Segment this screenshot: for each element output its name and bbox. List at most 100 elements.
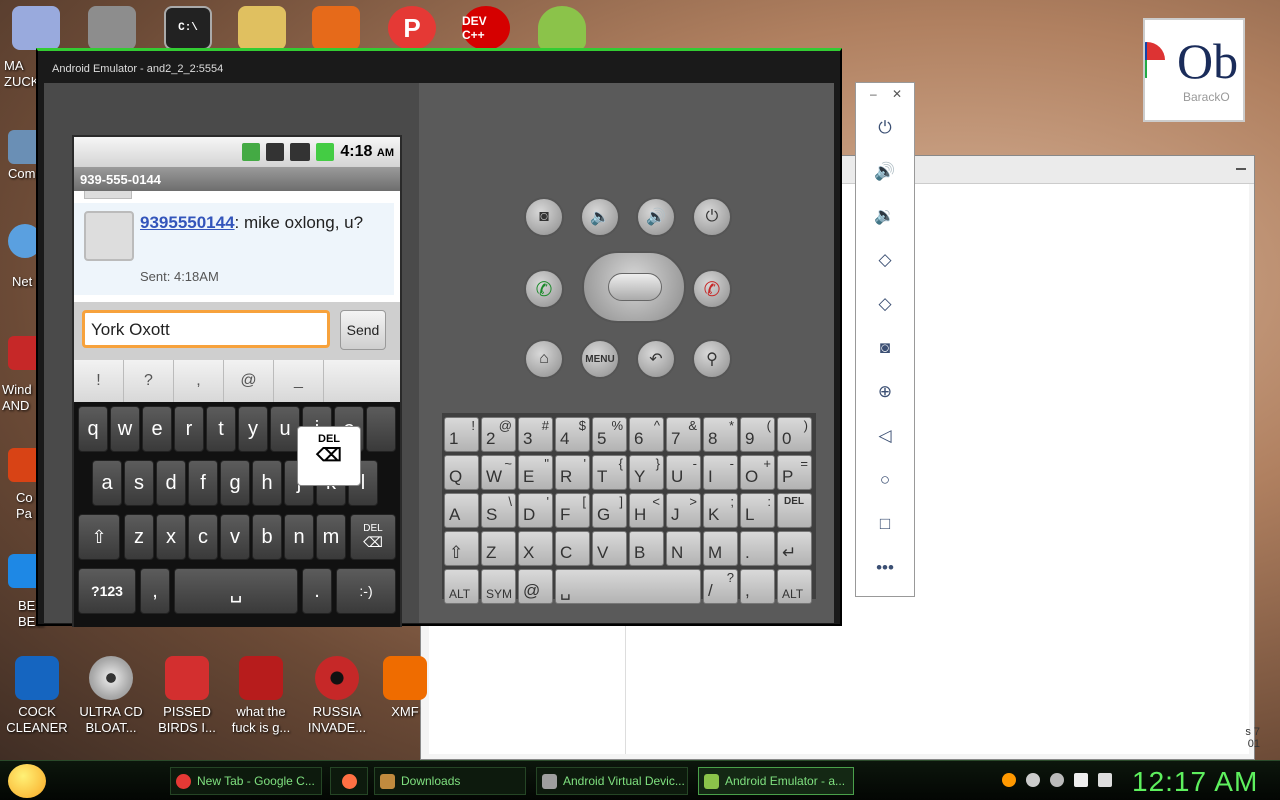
desktop-icon-russia[interactable]: RUSSIA INVADE... [300,656,374,736]
hw-key[interactable]: O + [740,455,775,490]
message-list[interactable]: 9395550144: mike oxlong, u? Sent: 4:18AM [74,191,400,302]
home-button[interactable]: ⌂ [524,339,564,379]
key-y[interactable]: y [238,406,268,452]
key-a[interactable]: a [92,460,122,506]
menu-button[interactable]: MENU [580,339,620,379]
dpad-center[interactable] [608,273,662,301]
shift-key[interactable]: ⇧ [78,514,120,560]
dpad[interactable] [582,251,686,323]
hw-key[interactable]: N [666,531,701,566]
hw-key[interactable]: J > [666,493,701,528]
key-b[interactable]: b [252,514,282,560]
overview-icon[interactable]: □ [874,513,896,535]
hw-key[interactable]: T{ [592,455,627,490]
key-w[interactable]: w [110,406,140,452]
tray-icon[interactable] [1026,773,1040,787]
zoom-icon[interactable]: ⊕ [874,381,896,403]
hw-key[interactable]: 8 * [703,417,738,452]
android-icon[interactable] [538,6,586,50]
hw-shift-key[interactable]: ⇧ [444,531,479,566]
taskbar-item-emulator[interactable]: Android Emulator - a... [698,767,854,795]
period-key[interactable]: . [302,568,332,614]
key-r[interactable]: r [174,406,204,452]
candidate-item[interactable]: @ [224,360,274,402]
sender-link[interactable]: 9395550144 [140,213,235,232]
key-p[interactable] [366,406,396,452]
compose-input[interactable]: York Oxott [82,310,330,348]
send-button[interactable]: Send [340,310,386,350]
volume-down-button[interactable]: 🔈 [580,197,620,237]
desktop-icon-cleaner[interactable]: COCK CLEANER [0,656,74,736]
hw-at-key[interactable]: @ [518,569,553,604]
hw-key[interactable]: 2 @ [481,417,516,452]
key-m[interactable]: m [316,514,346,560]
more-icon[interactable]: ••• [874,557,896,579]
volume-tray-icon[interactable] [1098,773,1112,787]
back-button[interactable]: ↶ [636,339,676,379]
search-tray-icon[interactable] [1002,773,1016,787]
cmd-icon[interactable]: C:\ [164,6,212,50]
hw-key[interactable]: 9( [740,417,775,452]
hw-key[interactable]: Z [481,531,516,566]
hw-key[interactable]: S \ [481,493,516,528]
key-n[interactable]: n [284,514,314,560]
call-button[interactable]: ✆ [524,269,564,309]
hw-key[interactable]: Y} [629,455,664,490]
emulator-titlebar[interactable]: Android Emulator - and2_2_2:5554 [38,51,840,87]
avatar[interactable] [84,211,134,261]
desktop-icon-birds[interactable]: PISSED BIRDS I... [150,656,224,736]
hw-key[interactable]: V [592,531,627,566]
key-s[interactable]: s [124,460,154,506]
hw-key[interactable]: X [518,531,553,566]
start-icon[interactable] [8,764,46,798]
hw-alt-key[interactable]: ALT [444,569,479,604]
power-button[interactable]: ⏻ [692,197,732,237]
hw-key[interactable]: 3 # [518,417,553,452]
scanner-icon[interactable] [238,6,286,50]
key-f[interactable]: f [188,460,218,506]
camera-icon[interactable]: ◙ [874,337,896,359]
angry-birds-pig-icon[interactable] [312,6,360,50]
tray-icon[interactable] [1050,773,1064,787]
hw-key[interactable]: M [703,531,738,566]
desktop-icon-birds-space[interactable]: what the fuck is g... [224,656,298,736]
power-icon[interactable]: ⏻ [874,117,896,139]
key-q[interactable]: q [78,406,108,452]
camera-button[interactable]: ◙ [524,197,564,237]
smiley-key[interactable]: :-) [336,568,396,614]
hw-key[interactable]: 1! [444,417,479,452]
taskbar-clock[interactable]: 12:17 AM [1132,766,1258,798]
candidate-item[interactable]: , [174,360,224,402]
key-v[interactable]: v [220,514,250,560]
desktop-icon-cd[interactable]: ULTRA CD BLOAT... [74,656,148,736]
hw-slash-key[interactable]: /? [703,569,738,604]
hw-key[interactable]: . [740,531,775,566]
volume-up-button[interactable]: 🔊 [636,197,676,237]
hw-enter-key[interactable]: ↵ [777,531,812,566]
key-x[interactable]: x [156,514,186,560]
minimize-icon[interactable] [1236,168,1246,170]
candidate-item[interactable]: ? [124,360,174,402]
hw-key[interactable]: U- [666,455,701,490]
hw-key[interactable]: E " [518,455,553,490]
hw-key[interactable]: H < [629,493,664,528]
hw-sym-key[interactable]: SYM [481,569,516,604]
folder-icon[interactable] [88,6,136,50]
hw-key[interactable]: P = [777,455,812,490]
hw-delete-key[interactable]: DEL [777,493,812,528]
comma-key[interactable]: , [140,568,170,614]
hw-key[interactable]: R ' [555,455,590,490]
hw-key[interactable]: B [629,531,664,566]
hw-key[interactable]: G] [592,493,627,528]
candidate-item[interactable]: _ [274,360,324,402]
desktop-icon-xampp[interactable]: XMF [368,656,442,720]
key-z[interactable]: z [124,514,154,560]
rotate-left-icon[interactable]: ◇ [874,249,896,271]
hw-key[interactable]: D ' [518,493,553,528]
delete-key[interactable]: DEL ⌫ [350,514,396,560]
close-icon[interactable]: ✕ [892,87,902,101]
hw-key[interactable]: W ~ [481,455,516,490]
key-u[interactable]: u [270,406,300,452]
hw-key[interactable]: Q [444,455,479,490]
key-e[interactable]: e [142,406,172,452]
